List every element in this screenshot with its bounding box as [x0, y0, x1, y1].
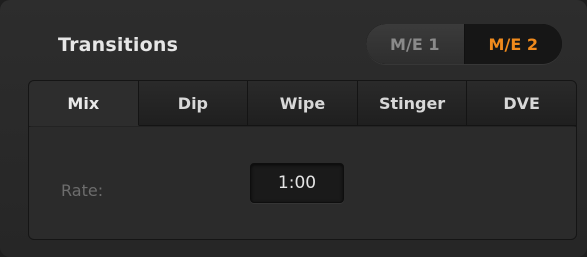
me1-button[interactable]: M/E 1 [366, 24, 465, 64]
tab-dve[interactable]: DVE [467, 81, 576, 126]
tab-stinger[interactable]: Stinger [357, 81, 468, 126]
rate-label: Rate: [61, 181, 104, 200]
me2-button[interactable]: M/E 2 [464, 24, 562, 64]
panel-title: Transitions [58, 34, 179, 56]
transitions-panel: Transitions M/E 1 M/E 2 Mix Dip Wipe Sti… [0, 0, 587, 257]
mix-tab-content: Rate: 1:00 [29, 127, 576, 239]
tab-bar: Mix Dip Wipe Stinger DVE [29, 81, 576, 126]
transition-tabs-container: Mix Dip Wipe Stinger DVE Rate: 1:00 [28, 80, 577, 240]
tab-dip[interactable]: Dip [138, 81, 249, 126]
rate-input[interactable]: 1:00 [250, 163, 344, 203]
tab-wipe[interactable]: Wipe [248, 81, 358, 126]
me-selector: M/E 1 M/E 2 [366, 24, 562, 64]
tab-mix[interactable]: Mix [29, 81, 139, 126]
